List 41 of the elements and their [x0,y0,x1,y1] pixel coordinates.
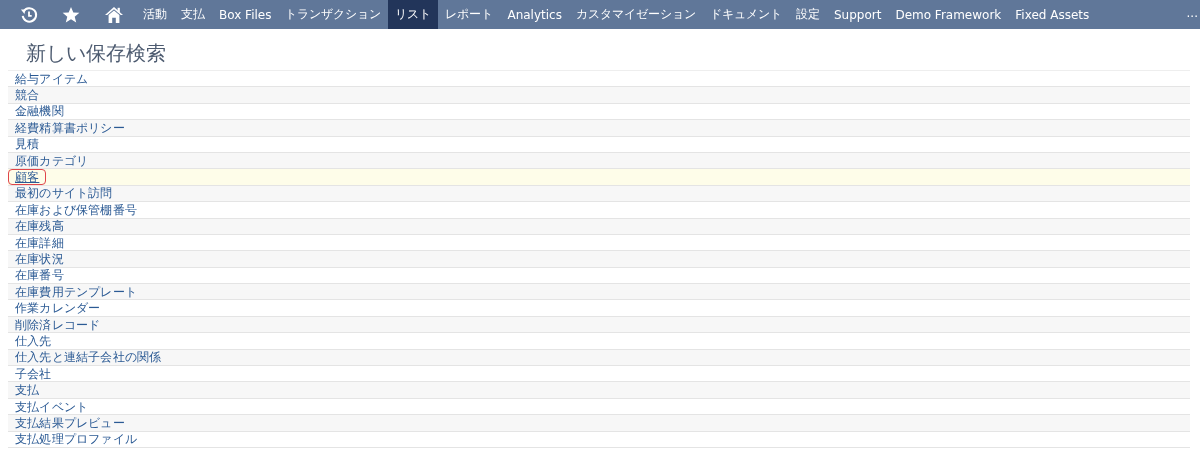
record-type-link[interactable]: 最初のサイト訪問 [14,185,114,202]
nav-tab[interactable]: 設定 [788,0,827,29]
record-type-link[interactable]: 在庫状況 [14,251,65,267]
record-type-link[interactable]: 金融機関 [14,103,65,120]
record-type-link[interactable]: 在庫および保管棚番号 [14,201,138,218]
nav-tab[interactable]: レポート [438,0,501,29]
record-type-link[interactable]: 支払結果プレビュー [14,414,126,431]
record-type-link[interactable]: 作業カレンダー [14,300,102,317]
record-type-link[interactable]: 競合 [14,87,41,104]
nav-tab[interactable]: Box Files [212,0,279,29]
page-title: 新しい保存検索 [25,40,167,67]
record-type-link[interactable]: 削除済レコード [14,316,102,333]
nav-tab[interactable]: Analytics [500,0,569,29]
record-type-link[interactable]: 在庫費用テンプレート [14,283,138,300]
record-type-link[interactable]: 在庫番号 [14,267,65,284]
record-type-link[interactable]: 支払 [14,382,41,399]
nav-tab[interactable]: カスタマイゼーション [568,0,703,29]
nav-tab[interactable]: トランザクション [278,0,389,29]
record-type-link[interactable]: 給与アイテム [14,70,90,87]
nav-tab[interactable]: 支払 [174,0,212,29]
record-type-link[interactable]: 見積 [14,136,41,153]
record-type-link[interactable]: 顧客 [8,169,47,186]
home-icon [104,5,124,24]
star-icon [62,5,80,24]
nav-tab[interactable]: Support [826,0,889,29]
nav-tab[interactable]: Demo Framework [888,0,1009,29]
more-menu[interactable]: ... [1186,6,1198,20]
record-type-link[interactable]: 在庫詳細 [14,234,65,251]
nav-tab[interactable]: リスト [388,0,439,29]
record-type-link[interactable]: 仕入先 [14,332,53,349]
record-type-link[interactable]: 子会社 [14,365,53,382]
nav-tab[interactable]: ドキュメント [702,0,789,29]
nav-tab[interactable]: Fixed Assets [1008,0,1097,29]
record-type-link[interactable]: 支払イベント [14,398,90,415]
record-type-link[interactable]: 原価カテゴリ [14,152,90,169]
record-type-link[interactable]: 仕入先と連結子会社の関係 [14,349,163,366]
nav-tab[interactable]: 活動 [136,0,174,29]
record-type-link[interactable]: 在庫残高 [14,218,65,235]
history-icon [20,5,38,24]
record-type-link[interactable]: 経費精算書ポリシー [14,119,126,136]
record-type-link[interactable]: 支払処理プロファイル [14,431,138,448]
